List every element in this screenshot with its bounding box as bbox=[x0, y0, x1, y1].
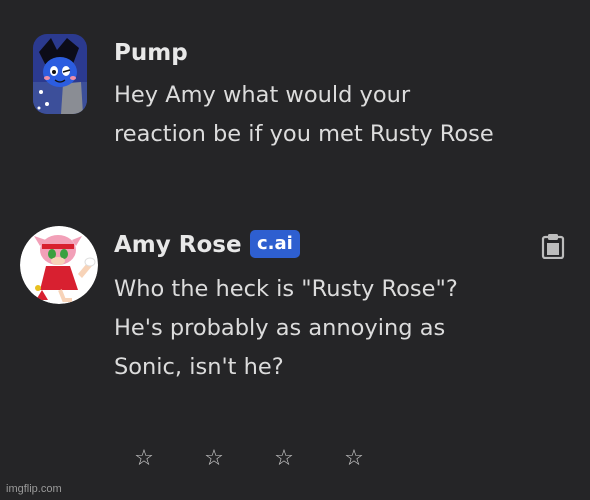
message-line: Who the heck is "Rusty Rose"? bbox=[114, 276, 458, 302]
rating-stars: ☆ ☆ ☆ ☆ bbox=[132, 446, 366, 471]
message-line: Sonic, isn't he? bbox=[114, 354, 284, 380]
character-badge: c.ai bbox=[250, 230, 300, 258]
message-line: He's probably as annoying as bbox=[114, 315, 446, 341]
star-icon[interactable]: ☆ bbox=[272, 446, 296, 471]
message-character: Amy Rose c.ai Who the heck is "Rusty Ros… bbox=[0, 0, 590, 440]
star-icon[interactable]: ☆ bbox=[202, 446, 226, 471]
star-icon[interactable]: ☆ bbox=[342, 446, 366, 471]
clipboard-icon[interactable] bbox=[541, 233, 565, 263]
star-icon[interactable]: ☆ bbox=[132, 446, 156, 471]
character-avatar-image bbox=[20, 226, 98, 304]
watermark: imgflip.com bbox=[6, 483, 62, 495]
message-author: Amy Rose bbox=[114, 232, 242, 258]
character-avatar[interactable] bbox=[20, 226, 98, 304]
